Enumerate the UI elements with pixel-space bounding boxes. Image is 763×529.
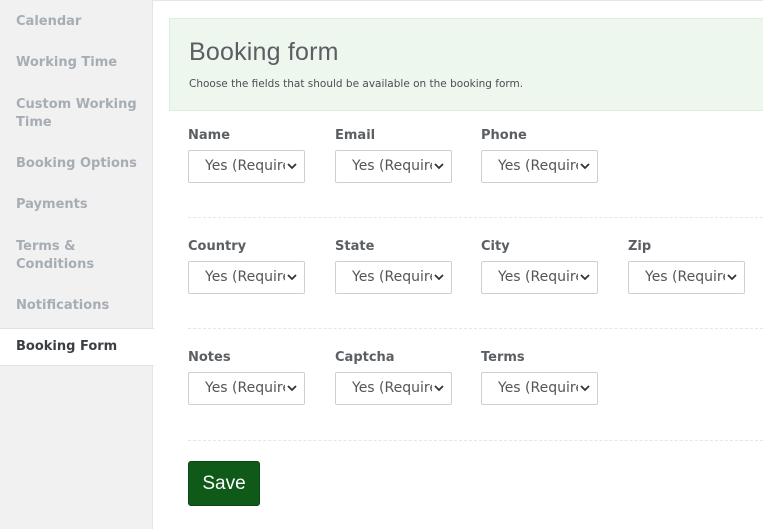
field-captcha: Captcha Yes (Required) (335, 350, 453, 405)
field-state: State Yes (Required) (335, 239, 453, 294)
field-label: City (481, 239, 510, 254)
select-value: Yes (Required) (645, 269, 725, 285)
page-title: Booking form (189, 38, 339, 66)
chevron-down-icon (434, 385, 444, 392)
field-label: Captcha (335, 350, 395, 365)
select-value: Yes (Required) (205, 158, 285, 174)
field-label: Terms (481, 350, 525, 365)
field-label: Email (335, 128, 376, 143)
chevron-down-icon (580, 274, 590, 281)
country-select[interactable]: Yes (Required) (188, 261, 305, 294)
sidebar-item-booking-form[interactable]: Booking Form (0, 328, 154, 366)
sidebar-item-custom-working-time[interactable]: Custom Working Time (0, 96, 140, 132)
email-select[interactable]: Yes (Required) (335, 150, 452, 183)
booking-form-header: Booking form Choose the fields that shou… (169, 18, 763, 111)
sidebar-item-terms-conditions[interactable]: Terms & Conditions (0, 238, 110, 274)
chevron-down-icon (287, 163, 297, 170)
select-value: Yes (Required) (498, 158, 578, 174)
phone-select[interactable]: Yes (Required) (481, 150, 598, 183)
field-terms: Terms Yes (Required) (481, 350, 599, 405)
select-value: Yes (Required) (352, 158, 432, 174)
page-description: Choose the fields that should be availab… (189, 78, 524, 90)
select-value: Yes (Required) (352, 269, 432, 285)
select-value: Yes (Required) (205, 269, 285, 285)
field-label: Notes (188, 350, 231, 365)
field-email: Email Yes (Required) (335, 128, 453, 183)
field-label: Name (188, 128, 231, 143)
top-border (153, 0, 763, 4)
select-value: Yes (Required) (205, 380, 285, 396)
sidebar-item-payments[interactable]: Payments (0, 196, 153, 214)
field-label: State (335, 239, 375, 254)
state-select[interactable]: Yes (Required) (335, 261, 452, 294)
zip-select[interactable]: Yes (Required) (628, 261, 745, 294)
sidebar-item-calendar[interactable]: Calendar (0, 13, 153, 31)
chevron-down-icon (287, 385, 297, 392)
field-notes: Notes Yes (Required) (188, 350, 306, 405)
field-country: Country Yes (Required) (188, 239, 306, 294)
terms-select[interactable]: Yes (Required) (481, 372, 598, 405)
chevron-down-icon (727, 274, 737, 281)
row-divider (188, 217, 763, 218)
save-button[interactable]: Save (188, 461, 260, 506)
field-phone: Phone Yes (Required) (481, 128, 599, 183)
sidebar-item-working-time[interactable]: Working Time (0, 54, 153, 72)
field-name: Name Yes (Required) (188, 128, 306, 183)
chevron-down-icon (434, 274, 444, 281)
select-value: Yes (Required) (498, 269, 578, 285)
row-divider (188, 440, 763, 441)
city-select[interactable]: Yes (Required) (481, 261, 598, 294)
field-label: Country (188, 239, 247, 254)
notes-select[interactable]: Yes (Required) (188, 372, 305, 405)
settings-sidebar: Calendar Working Time Custom Working Tim… (0, 0, 154, 529)
name-select[interactable]: Yes (Required) (188, 150, 305, 183)
field-label: Phone (481, 128, 527, 143)
field-label: Zip (628, 239, 652, 254)
field-city: City Yes (Required) (481, 239, 599, 294)
chevron-down-icon (580, 385, 590, 392)
chevron-down-icon (580, 163, 590, 170)
captcha-select[interactable]: Yes (Required) (335, 372, 452, 405)
select-value: Yes (Required) (352, 380, 432, 396)
chevron-down-icon (287, 274, 297, 281)
row-divider (188, 328, 763, 329)
sidebar-item-notifications[interactable]: Notifications (0, 297, 153, 315)
field-zip: Zip Yes (Required) (628, 239, 746, 294)
chevron-down-icon (434, 163, 444, 170)
select-value: Yes (Required) (498, 380, 578, 396)
sidebar-item-booking-options[interactable]: Booking Options (0, 155, 153, 173)
